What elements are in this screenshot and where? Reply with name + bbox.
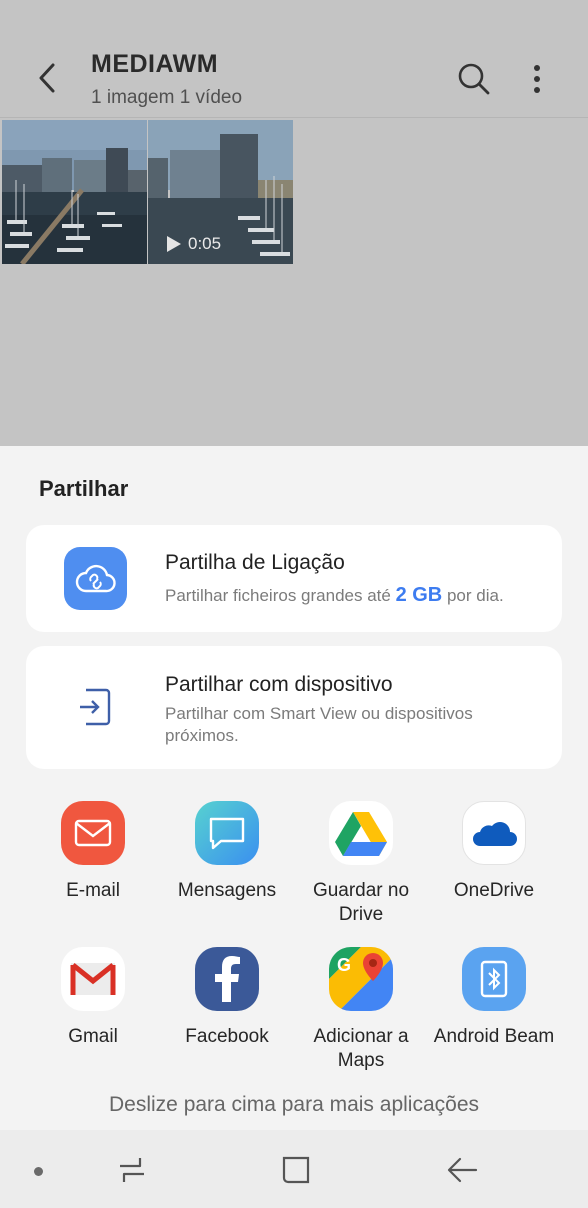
video-duration: 0:05 [166, 234, 221, 254]
app-android-beam[interactable]: Android Beam [424, 947, 564, 1049]
nav-back-icon [447, 1157, 478, 1183]
google-maps-icon: G [329, 947, 393, 1011]
link-share-title: Partilha de Ligação [165, 551, 345, 574]
messages-icon [195, 801, 259, 865]
google-drive-icon [329, 801, 393, 865]
app-messages[interactable]: Mensagens [157, 801, 297, 903]
more-options-button[interactable] [525, 62, 549, 98]
gallery-thumbnail-image[interactable] [2, 120, 147, 264]
app-gmail[interactable]: Gmail [23, 947, 163, 1049]
link-share-icon [64, 547, 127, 610]
swipe-hint: Deslize para cima para mais aplicações [109, 1093, 479, 1116]
app-email[interactable]: E-mail [23, 801, 163, 903]
nav-dot-icon[interactable] [34, 1167, 43, 1176]
harbor-photo [2, 120, 147, 264]
link-share-size: 2 GB [395, 584, 443, 606]
onedrive-icon [462, 801, 526, 865]
app-facebook[interactable]: Facebook [157, 947, 297, 1049]
recents-icon [120, 1158, 144, 1182]
android-beam-icon [462, 947, 526, 1011]
email-icon [61, 801, 125, 865]
back-button[interactable] [30, 58, 64, 98]
device-share-description: Partilhar com Smart View ou dispositivos… [165, 704, 473, 745]
appbar-divider [0, 117, 588, 118]
app-google-drive[interactable]: Guardar no Drive [291, 801, 431, 927]
share-sheet: Partilhar Partilha de Ligação Partilhar … [0, 446, 588, 1130]
device-share-icon [72, 684, 118, 730]
link-share-card[interactable]: Partilha de Ligação Partilhar ficheiros … [26, 525, 562, 632]
share-sheet-title: Partilhar [39, 476, 129, 501]
gallery-thumbnail-video[interactable]: 0:05 [148, 120, 293, 264]
home-icon [282, 1156, 310, 1184]
search-button[interactable] [455, 60, 493, 98]
device-share-title: Partilhar com dispositivo [165, 673, 393, 696]
gallery-background: MEDIAWM 1 imagem 1 vídeo 0:05 [0, 0, 588, 446]
app-bar: MEDIAWM 1 imagem 1 vídeo [0, 0, 588, 118]
album-title: MEDIAWM [91, 50, 219, 78]
more-vert-icon [534, 65, 540, 93]
recents-button[interactable] [112, 1152, 152, 1188]
gmail-icon [61, 947, 125, 1011]
back-arrow-icon [39, 63, 55, 93]
device-share-card[interactable]: Partilhar com dispositivo Partilhar com … [26, 646, 562, 769]
link-share-description: Partilhar ficheiros grandes até 2 GB por… [165, 584, 504, 606]
home-button[interactable] [276, 1152, 316, 1188]
facebook-icon [195, 947, 259, 1011]
album-subtitle: 1 imagem 1 vídeo [91, 87, 243, 108]
play-icon [167, 236, 181, 252]
search-icon [458, 63, 490, 95]
video-duration-text: 0:05 [188, 234, 222, 253]
navigation-bar [0, 1130, 588, 1208]
app-onedrive[interactable]: OneDrive [424, 801, 564, 903]
svg-text:G: G [337, 955, 351, 975]
nav-back-button[interactable] [442, 1152, 482, 1188]
app-google-maps[interactable]: G Adicionar a Maps [291, 947, 431, 1073]
